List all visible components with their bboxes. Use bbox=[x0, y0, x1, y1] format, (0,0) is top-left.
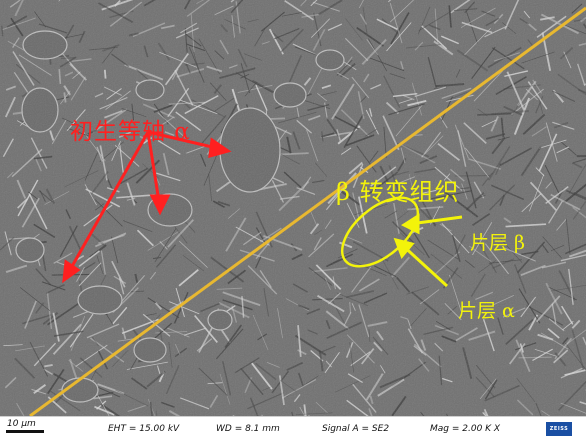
noise-overlay bbox=[0, 0, 586, 416]
lamellar-alpha-label: 片层 α bbox=[458, 300, 515, 322]
sem-info-bar: 10 μm EHT = 15.00 kV WD = 8.1 mm Signal … bbox=[0, 416, 586, 441]
eht-value: EHT = 15.00 kV bbox=[108, 424, 180, 434]
working-distance-value: WD = 8.1 mm bbox=[216, 424, 280, 434]
primary-alpha-label: 初生等轴 α bbox=[70, 119, 191, 145]
magnification-value: Mag = 2.00 K X bbox=[430, 424, 501, 434]
sem-micrograph-figure: 初生等轴 α β 转变组织 片层 β 片层 α 10 μm EHT = 15.0… bbox=[0, 0, 586, 441]
beta-transformed-label: β 转变组织 bbox=[336, 178, 460, 206]
lamellar-beta-label: 片层 β bbox=[470, 232, 526, 254]
micrograph-image bbox=[0, 0, 586, 416]
zeiss-logo: ZEISS bbox=[546, 422, 572, 436]
signal-value: Signal A = SE2 bbox=[322, 424, 390, 434]
scale-bar bbox=[6, 430, 44, 433]
scale-bar-label: 10 μm bbox=[7, 419, 36, 429]
